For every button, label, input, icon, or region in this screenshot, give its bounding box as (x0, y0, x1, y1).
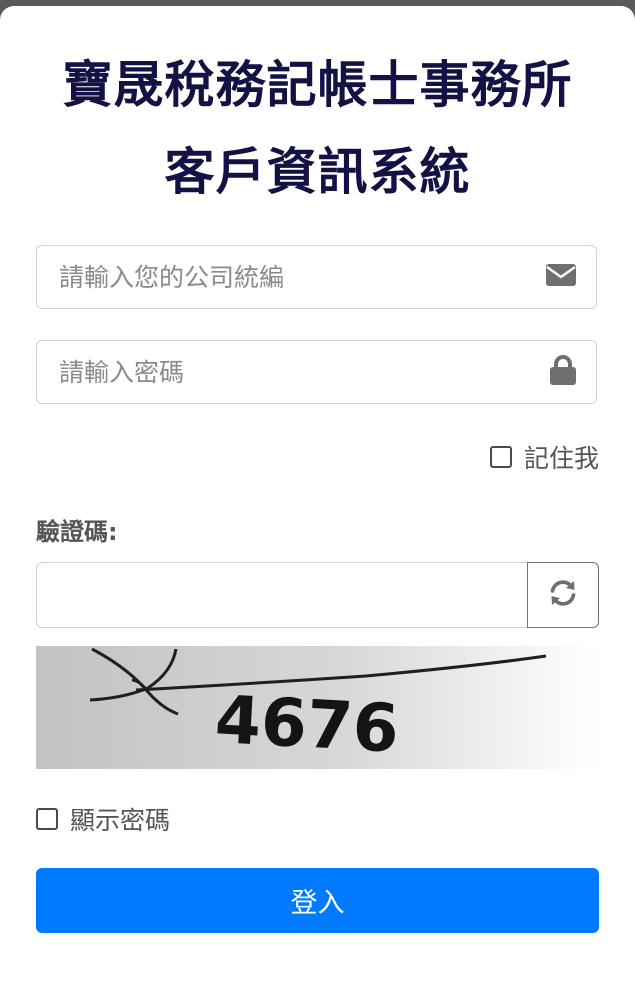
captcha-text: 4676 (213, 681, 400, 768)
refresh-icon (548, 578, 578, 612)
refresh-captcha-button[interactable] (527, 562, 599, 628)
password-field[interactable] (36, 340, 597, 404)
show-password[interactable]: 顯示密碼 (36, 802, 170, 836)
password-input[interactable] (37, 341, 517, 403)
login-button[interactable]: 登入 (36, 868, 599, 933)
remember-checkbox[interactable] (489, 446, 512, 468)
tax-id-input[interactable] (37, 246, 517, 308)
page-subtitle: 客戶資訊系統 (164, 143, 471, 201)
page-title: 寶晟稅務記帳士事務所 (62, 56, 573, 114)
lock-icon (550, 355, 576, 389)
envelope-icon (546, 264, 576, 290)
show-password-checkbox[interactable] (36, 808, 58, 830)
captcha-image: 4676 (36, 646, 599, 769)
tax-id-field[interactable] (36, 245, 597, 309)
captcha-label: 驗證碼: (36, 518, 118, 546)
remember-label: 記住我 (523, 444, 599, 473)
svg-text:4676: 4676 (213, 681, 400, 768)
captcha-input[interactable] (36, 562, 528, 628)
show-password-label: 顯示密碼 (70, 806, 171, 835)
login-card: 寶晟稅務記帳士事務所 客戶資訊系統 (0, 6, 635, 997)
remember-me[interactable]: 記住我 (489, 440, 599, 474)
